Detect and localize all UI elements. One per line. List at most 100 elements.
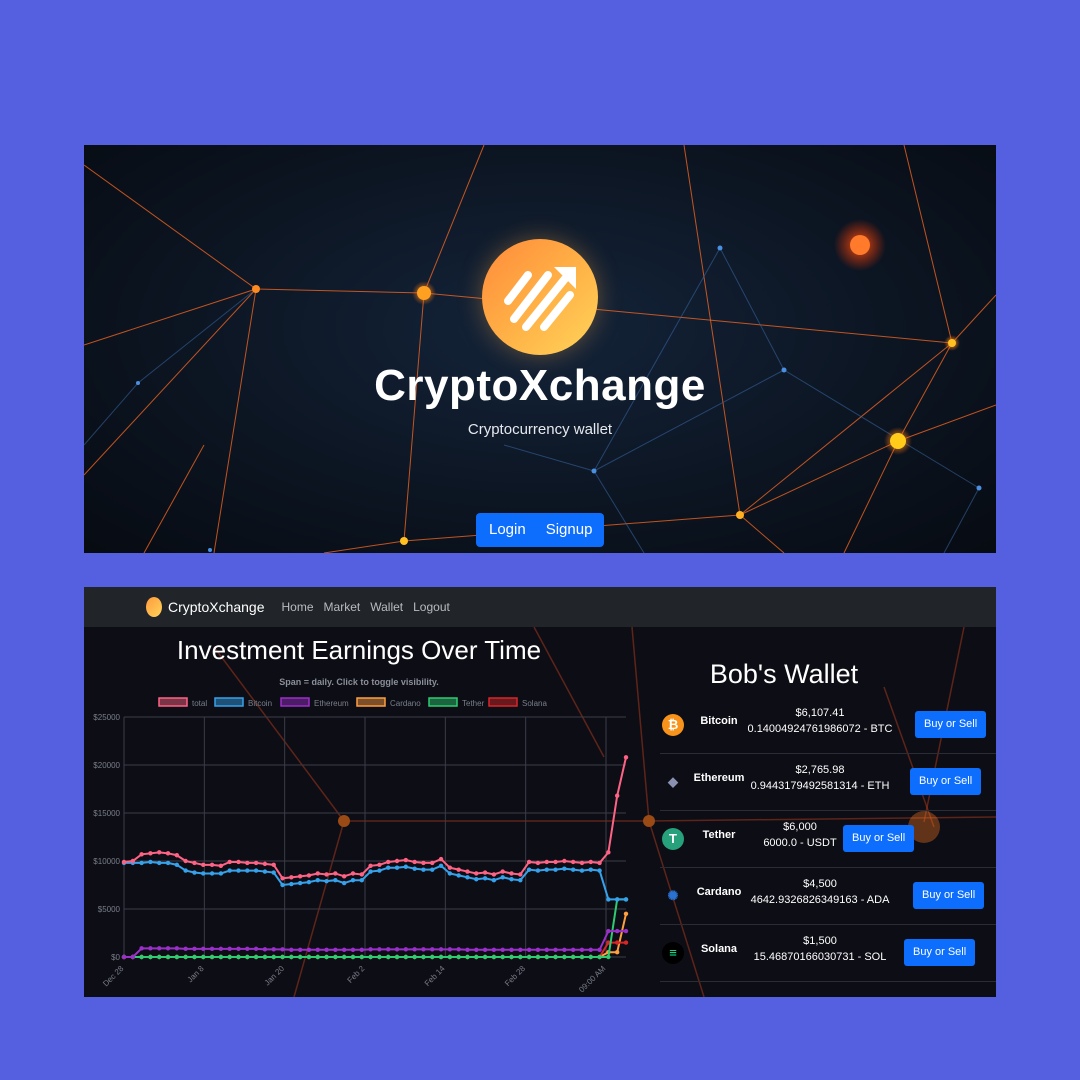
series-line-ethereum — [124, 930, 626, 958]
data-point — [139, 954, 144, 960]
data-point — [333, 954, 338, 960]
data-point — [438, 856, 444, 862]
data-point — [588, 867, 593, 872]
data-point — [183, 946, 188, 952]
x-tick-label: Feb 2 — [346, 964, 367, 985]
data-point — [438, 954, 444, 960]
dashboard-screen: CryptoXchange Home Market Wallet Logout … — [84, 587, 996, 997]
data-point — [509, 947, 514, 952]
login-button[interactable]: Login — [476, 513, 536, 547]
data-point — [394, 858, 400, 864]
data-point — [430, 860, 435, 866]
data-point — [201, 862, 206, 868]
data-point — [482, 876, 488, 881]
data-point — [236, 868, 241, 873]
data-point — [192, 870, 197, 875]
data-point — [333, 871, 338, 876]
data-point — [350, 947, 356, 952]
legend-swatch — [428, 697, 458, 707]
data-point — [518, 878, 523, 883]
nav-home[interactable]: Home — [282, 600, 314, 614]
data-point — [218, 946, 224, 952]
data-point — [227, 946, 232, 952]
data-point — [350, 878, 356, 883]
data-point — [553, 859, 558, 865]
data-point — [192, 860, 197, 866]
data-point — [280, 947, 285, 952]
x-tick-label: Feb 28 — [503, 964, 527, 988]
data-point — [403, 947, 409, 952]
data-point — [570, 947, 576, 952]
buy-or-sell-button[interactable]: Buy or Sell — [915, 711, 987, 738]
coin-amount: 6000.0 - USDT — [763, 837, 837, 849]
data-point — [474, 871, 479, 876]
data-point — [165, 860, 171, 866]
top-navbar: CryptoXchange Home Market Wallet Logout — [84, 587, 996, 627]
data-point — [474, 947, 479, 952]
nav-market[interactable]: Market — [324, 600, 361, 614]
data-point — [562, 866, 567, 871]
data-point — [306, 873, 312, 878]
buy-or-sell-button[interactable]: Buy or Sell — [913, 882, 985, 909]
signup-button[interactable]: Signup — [536, 513, 605, 547]
data-point — [500, 875, 505, 880]
data-point — [227, 868, 232, 873]
legend-swatch — [280, 697, 310, 707]
data-point — [597, 947, 602, 952]
buy-or-sell-button[interactable]: Buy or Sell — [904, 939, 976, 966]
data-point — [421, 867, 426, 872]
data-point — [509, 954, 514, 960]
data-point — [253, 860, 259, 866]
legend-swatch — [158, 697, 188, 707]
data-point — [394, 865, 400, 870]
data-point — [562, 858, 567, 864]
data-point — [394, 954, 400, 960]
wallet-row-cardano: ✺ Cardano $4,500 4642.9326826349163 - ADA Bu… — [660, 868, 996, 925]
data-point — [148, 946, 153, 951]
data-point — [165, 954, 171, 960]
brand-logo — [482, 239, 598, 355]
data-point — [139, 852, 144, 857]
legend-label: Cardano — [390, 699, 421, 708]
buy-or-sell-button[interactable]: Buy or Sell — [843, 825, 915, 852]
data-point — [174, 853, 180, 858]
buy-or-sell-button[interactable]: Buy or Sell — [910, 768, 982, 795]
data-point — [350, 954, 356, 960]
tether-icon: T — [662, 828, 684, 850]
solana-icon: ≡ — [662, 942, 684, 964]
data-point — [359, 872, 364, 877]
data-point — [465, 875, 470, 880]
nav-wallet[interactable]: Wallet — [370, 600, 403, 614]
data-point — [456, 873, 461, 878]
data-point — [271, 954, 276, 960]
data-point — [579, 954, 585, 960]
data-point — [412, 859, 417, 865]
nav-logout[interactable]: Logout — [413, 600, 450, 614]
data-point — [465, 869, 470, 874]
data-point — [280, 954, 285, 960]
data-point — [130, 858, 136, 864]
y-tick-label: $5000 — [98, 905, 121, 914]
data-point — [262, 869, 268, 874]
data-point — [165, 851, 171, 856]
data-point — [482, 947, 488, 952]
navbar-brand[interactable]: CryptoXchange — [146, 597, 265, 617]
coin-amount: 0.14004924761986072 - BTC — [747, 723, 893, 735]
data-point — [412, 954, 417, 960]
y-tick-label: $0 — [111, 953, 120, 962]
data-point — [386, 954, 391, 960]
data-point — [623, 911, 629, 916]
data-point — [359, 954, 364, 960]
data-point — [562, 954, 567, 960]
data-point — [447, 865, 453, 870]
data-point — [218, 871, 224, 876]
data-point — [306, 954, 312, 960]
ethereum-icon: ◆ — [668, 774, 678, 789]
data-point — [421, 860, 426, 866]
data-point — [491, 872, 497, 877]
data-point — [482, 870, 488, 875]
series-line-bitcoin — [124, 860, 626, 901]
data-point — [438, 947, 444, 952]
data-point — [192, 946, 197, 952]
data-point — [218, 954, 224, 960]
